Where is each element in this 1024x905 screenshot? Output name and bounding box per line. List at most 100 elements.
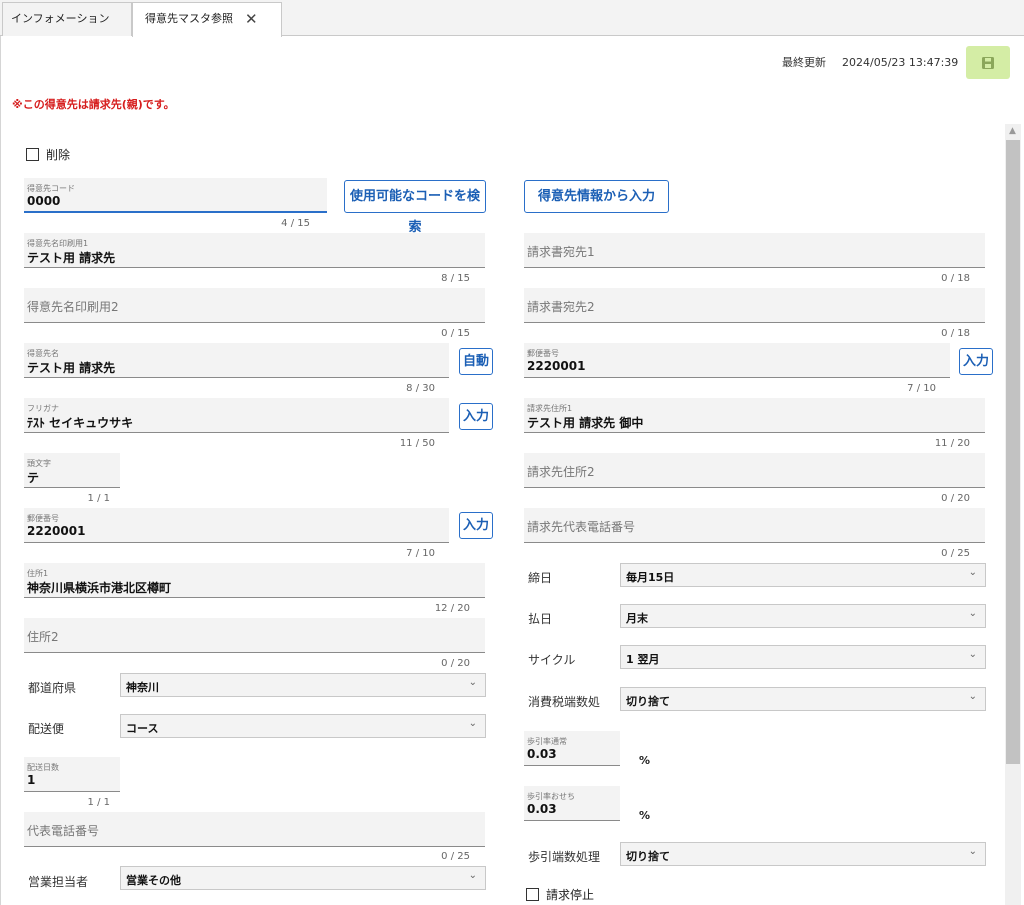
auto-button[interactable]: 自動 <box>459 348 493 375</box>
tab-information[interactable]: インフォメーション <box>2 2 132 36</box>
billing-stop-checkbox[interactable]: 請求停止 <box>526 886 594 903</box>
print-name1-field[interactable]: 得意先名印刷用1 テスト用 請求先 <box>24 233 485 268</box>
prefecture-select[interactable]: 神奈川 ⌄ <box>120 673 486 697</box>
close-icon[interactable]: ✕ <box>245 3 258 35</box>
search-available-code-button[interactable]: 使用可能なコードを検索 <box>344 180 486 235</box>
bill-to1-field[interactable]: 請求書宛先1 <box>524 233 985 268</box>
sales-rep-select[interactable]: 営業その他 ⌄ <box>120 866 486 890</box>
bill-address1-field[interactable]: 請求先住所1 テスト用 請求先 御中 <box>524 398 985 433</box>
scrollbar-thumb[interactable] <box>1006 140 1020 764</box>
input-from-customer-button[interactable]: 得意先情報から入力 <box>524 180 669 213</box>
save-button[interactable] <box>966 46 1010 79</box>
billing-stop-label: 請求停止 <box>546 888 595 902</box>
payment-day-select[interactable]: 月末 ⌄ <box>620 604 986 628</box>
floppy-disk-icon <box>982 57 994 69</box>
bill-phone-field[interactable]: 請求先代表電話番号 <box>524 508 985 543</box>
bill-to2-field[interactable]: 請求書宛先2 <box>524 288 985 323</box>
rate-oseibo-label: 歩引率おせち <box>527 792 575 801</box>
phone-counter: 0 / 25 <box>441 851 470 862</box>
address1-field[interactable]: 住所1 神奈川県横浜市港北区樽町 <box>24 563 485 598</box>
tab-customer-master-label: 得意先マスタ参照 <box>145 12 233 25</box>
delivery-select[interactable]: コース ⌄ <box>120 714 486 738</box>
initial-counter: 1 / 1 <box>87 493 110 504</box>
bill-phone-label: 請求先代表電話番号 <box>527 520 636 534</box>
kana-counter: 11 / 50 <box>399 438 435 449</box>
customer-name-counter: 8 / 30 <box>406 383 435 394</box>
chevron-down-icon: ⌄ <box>968 649 977 660</box>
scroll-up-icon[interactable]: ▲ <box>1009 126 1016 136</box>
address1-value: 神奈川県横浜市港北区樽町 <box>27 581 172 595</box>
bill-address2-counter: 0 / 20 <box>941 493 970 504</box>
postal-input-button[interactable]: 入力 <box>459 512 493 539</box>
closing-day-label: 締日 <box>528 571 553 585</box>
bill-address2-field[interactable]: 請求先住所2 <box>524 453 985 488</box>
address1-label: 住所1 <box>27 569 49 578</box>
customer-name-label: 得意先名 <box>27 349 59 358</box>
phone-field[interactable]: 代表電話番号 <box>24 812 485 847</box>
postal-code-counter: 7 / 10 <box>406 548 435 559</box>
bill-to1-label: 請求書宛先1 <box>527 245 595 259</box>
prefecture-label: 都道府県 <box>28 681 77 695</box>
bill-postal-code-value: 2220001 <box>527 359 586 373</box>
customer-name-field[interactable]: 得意先名 テスト用 請求先 <box>24 343 449 378</box>
rate-rounding-label: 歩引端数処理 <box>528 850 601 864</box>
rate-normal-value: 0.03 <box>527 747 557 761</box>
cycle-label: サイクル <box>528 653 576 667</box>
sales-rep-value: 営業その他 <box>126 874 181 887</box>
kana-label: フリガナ <box>27 404 59 413</box>
initial-field[interactable]: 頭文字 テ <box>24 453 120 488</box>
rate-rounding-value: 切り捨て <box>626 850 670 863</box>
delivery-days-counter: 1 / 1 <box>87 797 110 808</box>
last-update-value: 2024/05/23 13:47:39 <box>842 56 959 69</box>
rate-oseibo-field[interactable]: 歩引率おせち 0.03 <box>524 786 620 821</box>
delete-checkbox[interactable]: 削除 <box>26 146 70 163</box>
chevron-down-icon: ⌄ <box>968 691 977 702</box>
bill-address2-label: 請求先住所2 <box>527 465 595 479</box>
postal-code-field[interactable]: 郵便番号 2220001 <box>24 508 449 543</box>
customer-code-field[interactable]: 得意先コード 0000 <box>24 178 327 213</box>
vertical-scrollbar[interactable]: ▲ <box>1005 124 1021 905</box>
delivery-days-field[interactable]: 配送日数 1 <box>24 757 120 792</box>
tab-customer-master[interactable]: 得意先マスタ参照 ✕ <box>132 2 282 37</box>
chevron-down-icon: ⌄ <box>968 846 977 857</box>
delivery-value: コース <box>126 722 159 735</box>
bill-to2-label: 請求書宛先2 <box>527 300 595 314</box>
bill-address1-label: 請求先住所1 <box>527 404 573 413</box>
tax-rounding-value: 切り捨て <box>626 695 670 708</box>
kana-field[interactable]: フリガナ ﾃｽﾄ セイキュウサキ <box>24 398 449 433</box>
chevron-down-icon: ⌄ <box>468 677 477 688</box>
chevron-down-icon: ⌄ <box>468 870 477 881</box>
print-name2-counter: 0 / 15 <box>441 328 470 339</box>
chevron-down-icon: ⌄ <box>468 718 477 729</box>
prefecture-value: 神奈川 <box>126 681 159 694</box>
address2-field[interactable]: 住所2 <box>24 618 485 653</box>
chevron-down-icon: ⌄ <box>968 567 977 578</box>
bill-postal-code-counter: 7 / 10 <box>907 383 936 394</box>
bill-address1-counter: 11 / 20 <box>934 438 970 449</box>
closing-day-value: 毎月15日 <box>626 571 675 584</box>
tax-rounding-select[interactable]: 切り捨て ⌄ <box>620 687 986 711</box>
print-name2-field[interactable]: 得意先名印刷用2 <box>24 288 485 323</box>
delete-checkbox-box[interactable] <box>26 148 39 161</box>
postal-code-label: 郵便番号 <box>27 514 59 523</box>
closing-day-select[interactable]: 毎月15日 ⌄ <box>620 563 986 587</box>
postal-code-value: 2220001 <box>27 524 86 538</box>
kana-input-button[interactable]: 入力 <box>459 403 493 430</box>
chevron-down-icon: ⌄ <box>968 608 977 619</box>
rate-rounding-select[interactable]: 切り捨て ⌄ <box>620 842 986 866</box>
bill-to1-counter: 0 / 18 <box>941 273 970 284</box>
tab-information-label: インフォメーション <box>11 12 110 25</box>
delivery-days-label: 配送日数 <box>27 763 59 772</box>
cycle-select[interactable]: 1 翌月 ⌄ <box>620 645 986 669</box>
bill-address1-value: テスト用 請求先 御中 <box>527 416 644 430</box>
print-name1-label: 得意先名印刷用1 <box>27 239 89 248</box>
billing-stop-checkbox-box[interactable] <box>526 888 539 901</box>
bill-postal-code-label: 郵便番号 <box>527 349 559 358</box>
rate-oseibo-value: 0.03 <box>527 802 557 816</box>
bill-postal-code-field[interactable]: 郵便番号 2220001 <box>524 343 950 378</box>
delivery-days-value: 1 <box>27 773 36 787</box>
rate-normal-label: 歩引率通常 <box>527 737 567 746</box>
bill-postal-input-button[interactable]: 入力 <box>959 348 993 375</box>
initial-label: 頭文字 <box>27 459 51 468</box>
rate-normal-field[interactable]: 歩引率通常 0.03 <box>524 731 620 766</box>
